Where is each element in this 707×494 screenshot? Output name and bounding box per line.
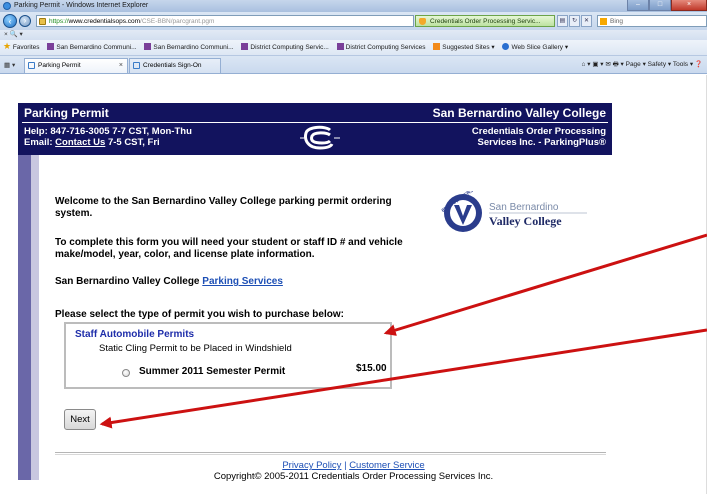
- footer-divider: [55, 454, 606, 455]
- favorites-bar: ★ Favorites San Bernardino Communi... Sa…: [0, 40, 707, 56]
- suggested-sites-icon: [433, 43, 441, 50]
- footer-links: Privacy Policy | Customer Service: [0, 460, 707, 471]
- contact-us-link[interactable]: Contact Us: [55, 137, 105, 148]
- favorite-label: Web Slice Gallery ▾: [511, 44, 569, 51]
- favorite-label: District Computing Servic...: [250, 44, 329, 51]
- url-path: /CSE-BBN/parcgrant.pgm: [140, 18, 215, 25]
- window-titlebar: Parking Permit - Windows Internet Explor…: [0, 0, 707, 12]
- tab-parking-permit[interactable]: Parking Permit ×: [24, 58, 128, 73]
- address-row: ‹ › https://www.credentialsops.com/CSE-B…: [0, 12, 707, 30]
- favorites-label: Favorites: [12, 44, 40, 51]
- instructions-text: To complete this form you will need your…: [55, 237, 403, 260]
- window-controls: – □ ×: [627, 0, 707, 12]
- favorite-link[interactable]: District Computing Servic...: [241, 40, 329, 55]
- permit-price: $15.00: [356, 363, 387, 374]
- url-scheme: https://: [49, 18, 69, 25]
- company-name: Credentials Order Processing Services In…: [472, 126, 606, 148]
- credentials-logo-icon: [300, 125, 340, 150]
- sidebar-stripe: [18, 155, 31, 480]
- select-permit-prompt: Please select the type of permit you wis…: [55, 309, 344, 320]
- next-button[interactable]: Next: [64, 409, 96, 430]
- sbvc-logo: 85th ANNIVERSARY San Bernardino Valley C…: [441, 191, 587, 232]
- tab-label: Credentials Sign-On: [143, 62, 202, 69]
- window-title: Parking Permit - Windows Internet Explor…: [14, 2, 149, 9]
- favorite-link[interactable]: San Bernardino Communi...: [47, 40, 137, 55]
- address-actions: ▤ ↻ ✕: [557, 15, 592, 27]
- suggested-sites-link[interactable]: Suggested Sites ▾: [433, 40, 495, 55]
- search-box[interactable]: Bing: [597, 15, 707, 27]
- back-button[interactable]: ‹: [3, 14, 17, 28]
- services-prefix: San Bernardino Valley College: [55, 276, 200, 287]
- footer-divider: [55, 452, 606, 453]
- minimize-button[interactable]: –: [627, 0, 649, 11]
- favorite-link[interactable]: San Bernardino Communi...: [144, 40, 234, 55]
- security-certificate-indicator[interactable]: Credentials Order Processing Servic...: [415, 15, 555, 27]
- command-row: × 🔍 ▾: [0, 30, 707, 40]
- parking-services-line: San Bernardino Valley College Parking Se…: [55, 276, 283, 287]
- lock-icon: [419, 18, 426, 25]
- close-window-button[interactable]: ×: [671, 0, 707, 11]
- permit-option-label[interactable]: Summer 2011 Semester Permit: [139, 366, 285, 377]
- forward-button[interactable]: ›: [19, 15, 31, 27]
- welcome-text: Welcome to the San Bernardino Valley Col…: [55, 196, 392, 219]
- ie-icon: [3, 2, 11, 10]
- web-slice-icon: [502, 43, 510, 50]
- logo-line-1: San Bernardino: [489, 202, 559, 213]
- refresh-icon[interactable]: ↻: [569, 15, 580, 27]
- parking-services-link[interactable]: Parking Services: [202, 276, 283, 287]
- tab-credentials-sign-on[interactable]: Credentials Sign-On: [129, 58, 221, 73]
- certificate-label: Credentials Order Processing Servic...: [430, 18, 541, 25]
- site-header: Parking Permit San Bernardino Valley Col…: [18, 103, 612, 155]
- search-placeholder: Bing: [610, 18, 624, 25]
- help-line: Help: 847-716-3005 7-7 CST, Mon-Thu: [24, 126, 192, 137]
- permit-options-box: Staff Automobile Permits Static Cling Pe…: [64, 322, 392, 389]
- page-title: Parking Permit: [24, 106, 109, 120]
- permit-category: Staff Automobile Permits: [75, 329, 195, 340]
- customer-service-link[interactable]: Customer Service: [349, 460, 425, 471]
- favorites-button[interactable]: ★ Favorites: [0, 40, 40, 55]
- sidebar-stripe-light: [31, 155, 39, 480]
- permit-note: Static Cling Permit to be Placed in Wind…: [99, 343, 292, 354]
- tab-bar: ▦ ▾ Parking Permit × Credentials Sign-On…: [0, 56, 707, 74]
- site-icon: [47, 43, 55, 50]
- email-hours: 7-5 CST, Fri: [107, 137, 160, 148]
- favorite-label: San Bernardino Communi...: [153, 44, 234, 51]
- page-icon: [133, 62, 140, 69]
- url-domain: www.credentialsops.com: [68, 18, 141, 25]
- logo-line-2: Valley College: [489, 214, 562, 228]
- favorite-label: San Bernardino Communi...: [56, 44, 137, 51]
- site-icon: [241, 43, 249, 50]
- compatibility-icon[interactable]: ▤: [557, 15, 568, 27]
- favorite-label: District Computing Services: [345, 44, 426, 51]
- page-icon: [39, 18, 46, 25]
- star-icon: ★: [3, 41, 12, 51]
- email-prefix: Email:: [24, 137, 53, 148]
- header-divider: [22, 122, 608, 123]
- email-line: Email: Contact Us 7-5 CST, Fri: [24, 137, 160, 148]
- address-bar[interactable]: https://www.credentialsops.com/CSE-BBN/p…: [36, 15, 414, 27]
- bing-icon: [600, 18, 607, 25]
- page-icon: [28, 62, 35, 69]
- web-slice-gallery-link[interactable]: Web Slice Gallery ▾: [502, 40, 569, 55]
- command-bar[interactable]: ⌂ ▾ ▣ ▾ ✉ 🖶 ▾ Page ▾ Safety ▾ Tools ▾ ❓: [582, 60, 703, 71]
- tab-label: Parking Permit: [38, 62, 81, 69]
- favorite-label: Suggested Sites ▾: [442, 44, 495, 51]
- footer-separator: |: [344, 460, 347, 471]
- close-tab-icon[interactable]: ×: [119, 59, 123, 73]
- command-text[interactable]: × 🔍 ▾: [4, 31, 23, 38]
- company-line-2: Services Inc. - ParkingPlus®: [477, 137, 606, 148]
- site-icon: [336, 43, 344, 50]
- maximize-button[interactable]: □: [649, 0, 671, 11]
- permit-radio-button[interactable]: [122, 369, 130, 377]
- college-name: San Bernardino Valley College: [432, 106, 606, 120]
- favorite-link[interactable]: District Computing Services: [336, 40, 426, 55]
- site-icon: [144, 43, 152, 50]
- copyright-text: Copyright© 2005-2011 Credentials Order P…: [213, 471, 494, 482]
- stop-icon[interactable]: ✕: [581, 15, 592, 27]
- quick-tabs-icon[interactable]: ▦ ▾: [4, 61, 20, 70]
- privacy-policy-link[interactable]: Privacy Policy: [282, 460, 341, 471]
- company-line-1: Credentials Order Processing: [471, 126, 606, 137]
